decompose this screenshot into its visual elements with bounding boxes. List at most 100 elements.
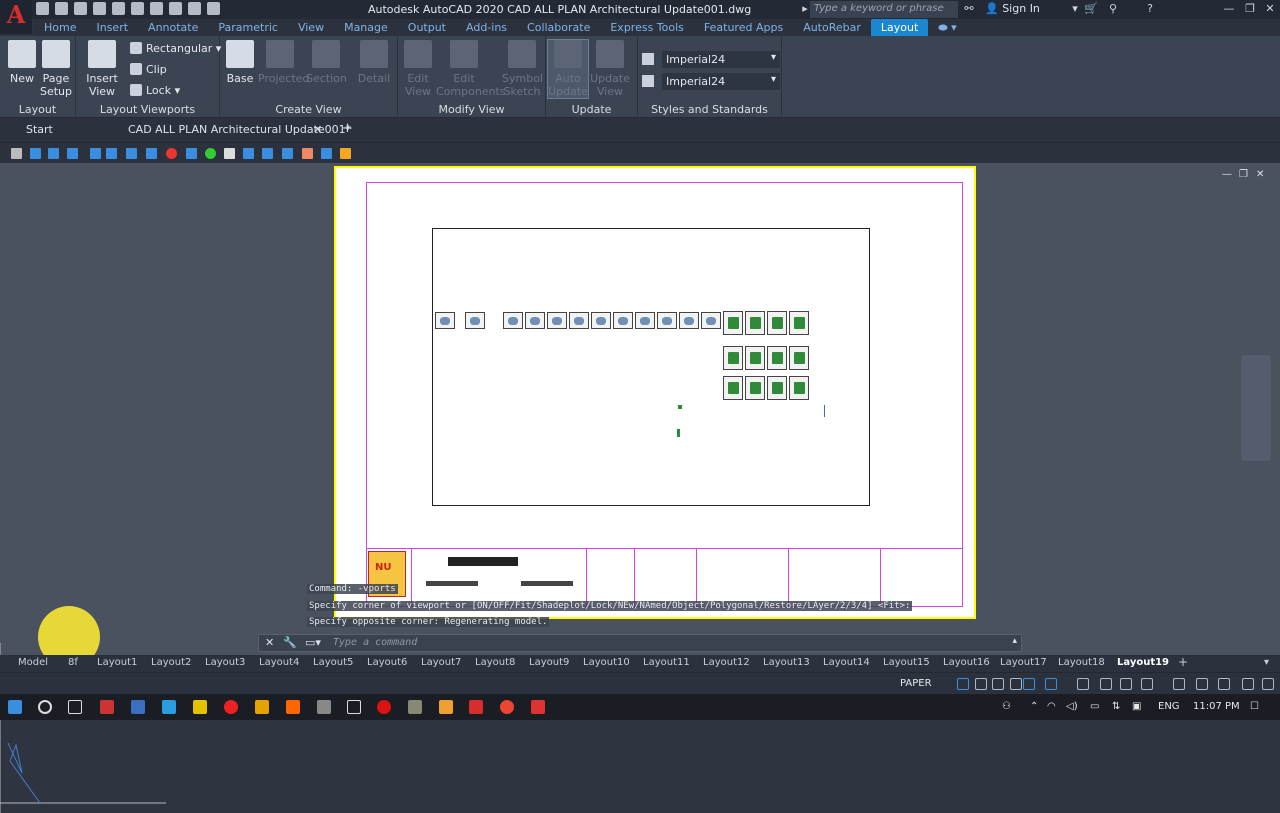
command-line[interactable]: ✕ 🔧 ▭▾ Type a command ▴ (258, 634, 1022, 652)
osnap-icon[interactable] (1023, 678, 1035, 690)
drawing-restore-icon[interactable]: ❐ (1239, 169, 1248, 180)
tab-layout15[interactable]: Layout15 (883, 657, 930, 668)
snap-mode-icon[interactable] (957, 678, 969, 690)
close-command-icon[interactable]: ✕ (265, 636, 274, 649)
rotate-icon[interactable] (243, 148, 254, 159)
base-view-button[interactable]: Base (220, 40, 260, 85)
chrome-icon[interactable] (500, 700, 514, 714)
minimize-icon[interactable]: — (1222, 2, 1236, 16)
tab-model[interactable]: Model (18, 657, 48, 668)
autocad-taskbar-icon[interactable] (469, 700, 483, 714)
restore-icon[interactable]: ❐ (1243, 2, 1257, 16)
selection-cycling-icon[interactable] (1045, 678, 1057, 690)
linear-icon[interactable] (106, 148, 117, 159)
extend-icon[interactable] (146, 148, 157, 159)
new-file-icon[interactable] (36, 2, 49, 15)
snap-icon[interactable] (126, 148, 137, 159)
section-view-button[interactable]: Section (306, 40, 347, 85)
ribbon-tab-annotate[interactable]: Annotate (138, 19, 208, 36)
undo-icon[interactable] (169, 2, 182, 15)
photos-icon[interactable] (317, 700, 331, 714)
tab-layout9[interactable]: Layout9 (529, 657, 569, 668)
tab-layout10[interactable]: Layout10 (583, 657, 630, 668)
go-icon[interactable] (205, 148, 216, 159)
opera-icon[interactable] (377, 700, 391, 714)
search-input[interactable]: Type a keyword or phrase (810, 1, 958, 18)
tab-layout7[interactable]: Layout7 (421, 657, 461, 668)
projected-view-button[interactable]: Projected (258, 40, 309, 85)
polar-icon[interactable] (1010, 678, 1022, 690)
tab-8f[interactable]: 8f (68, 657, 78, 668)
tray-app-icon[interactable]: ▣ (1132, 701, 1141, 712)
layout-menu-icon[interactable]: ▾ (1264, 657, 1269, 668)
tab-layout16[interactable]: Layout16 (943, 657, 990, 668)
tab-layout11[interactable]: Layout11 (643, 657, 690, 668)
update-view-button[interactable]: Update View (590, 40, 630, 98)
search-circle-icon[interactable] (38, 700, 52, 714)
camtasia-icon[interactable] (531, 700, 545, 714)
clean-screen-icon[interactable] (1242, 678, 1254, 690)
chevron-down-icon[interactable]: ▾ (1068, 2, 1082, 16)
ribbon-tab-output[interactable]: Output (398, 19, 456, 36)
ribbon-tab-home[interactable]: Home (34, 19, 86, 36)
help-icon[interactable]: ? (1143, 2, 1157, 16)
revit-icon[interactable] (131, 700, 145, 714)
ribbon-tab-add-ins[interactable]: Add-ins (456, 19, 517, 36)
paper-space-toggle[interactable]: PAPER (900, 678, 932, 689)
customize-wrench-icon[interactable]: 🔧 (283, 636, 297, 649)
ribbon-tab-autorebar[interactable]: AutoRebar (793, 19, 871, 36)
network-icon[interactable]: ⇅ (1112, 701, 1120, 712)
save-as-icon[interactable] (93, 2, 106, 15)
align-icon[interactable] (48, 148, 59, 159)
tab-start[interactable]: Start (26, 123, 53, 136)
units-icon[interactable] (1196, 678, 1208, 690)
workspace-gear-icon[interactable] (1141, 678, 1153, 690)
tab-layout14[interactable]: Layout14 (823, 657, 870, 668)
add-layout-icon[interactable]: + (1178, 655, 1188, 669)
tab-layout18[interactable]: Layout18 (1058, 657, 1105, 668)
drawing-close-icon[interactable]: ✕ (1256, 169, 1264, 180)
insert-view-button[interactable]: Insert View (78, 40, 126, 98)
file-explorer-icon[interactable] (193, 700, 207, 714)
clip-button[interactable]: Clip (130, 63, 167, 76)
recent-commands-icon[interactable]: ▭▾ (305, 636, 321, 649)
edit-components-button[interactable]: Edit Components (436, 40, 506, 98)
close-icon[interactable]: ✕ (1263, 2, 1277, 16)
folder-icon[interactable] (340, 148, 351, 159)
tab-layout1[interactable]: Layout1 (97, 657, 137, 668)
stop-icon[interactable] (166, 148, 177, 159)
ribbon-tab-layout[interactable]: Layout (870, 19, 929, 36)
dimension-icon[interactable] (90, 148, 101, 159)
tab-layout8[interactable]: Layout8 (475, 657, 515, 668)
sign-in-button[interactable]: 👤 Sign In (985, 2, 1040, 15)
drawing-canvas[interactable]: — ❐ ✕ NU (0, 163, 1280, 813)
calendar-icon[interactable] (347, 700, 361, 714)
windows-start-icon[interactable] (8, 700, 22, 714)
tray-chevron-icon[interactable]: ⌃ (1030, 701, 1038, 712)
volume-icon[interactable]: ◁) (1066, 701, 1078, 712)
auto-update-button[interactable]: Auto Update (547, 39, 589, 99)
open-file-icon[interactable] (55, 2, 68, 15)
rectangular-button[interactable]: Rectangular ▾ (130, 42, 221, 55)
sketch-icon[interactable] (286, 700, 300, 714)
telegram-icon[interactable] (162, 700, 176, 714)
page-setup-button[interactable]: Page Setup (36, 40, 76, 98)
new-tab-plus-icon[interactable]: + (342, 121, 353, 136)
customization-menu-icon[interactable] (1262, 678, 1274, 690)
save-web-icon[interactable] (131, 2, 144, 15)
annotation-visibility-icon[interactable] (1100, 678, 1112, 690)
tab-layout2[interactable]: Layout2 (151, 657, 191, 668)
people-icon[interactable]: ⚇ (1002, 701, 1011, 712)
move-icon[interactable] (262, 148, 273, 159)
clock[interactable]: 11:07 PM (1193, 701, 1240, 712)
binoculars-icon[interactable]: ⚯ (962, 2, 976, 16)
navigation-bar[interactable] (1241, 355, 1271, 461)
acrobat-icon[interactable] (100, 700, 114, 714)
ribbon-tab-manage[interactable]: Manage (334, 19, 398, 36)
section-view-style-select[interactable]: Imperial24 (662, 51, 780, 68)
wifi-icon[interactable]: ◠ (1047, 701, 1056, 712)
task-view-icon[interactable] (68, 700, 82, 714)
grid-icon[interactable] (321, 148, 332, 159)
edit-view-button[interactable]: Edit View (398, 40, 438, 98)
language-indicator[interactable]: ENG (1158, 701, 1180, 712)
